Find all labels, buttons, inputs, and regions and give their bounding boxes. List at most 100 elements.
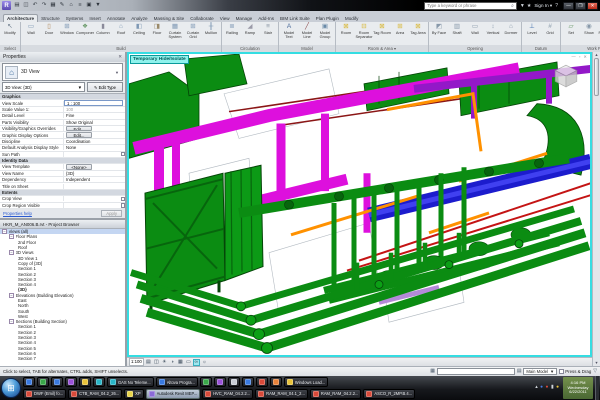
view-control-icon[interactable]: ▦ [177, 359, 184, 366]
taskbar-button[interactable] [200, 377, 212, 387]
view-control-icon[interactable]: ▭ [185, 359, 192, 366]
tray-icon[interactable]: ▴ [535, 386, 537, 391]
ribbon-tab[interactable]: View [217, 15, 233, 22]
filter-icon[interactable]: ▽ [593, 369, 597, 374]
tray-icon[interactable]: ● [540, 386, 543, 391]
ribbon-button[interactable]: ◉ Show [580, 23, 598, 40]
ribbon-button[interactable]: ⊟ Room Separator [355, 23, 373, 40]
ribbon-button[interactable]: ⊠ Room [337, 23, 355, 40]
ribbon-button[interactable]: ❖ Component [76, 23, 94, 40]
view-cube[interactable] [553, 63, 579, 89]
property-checkbox[interactable] [121, 203, 126, 208]
taskbar-button[interactable] [37, 377, 49, 387]
scrollbar-thumb[interactable] [594, 58, 599, 96]
ribbon-button[interactable]: ▭ Wall [22, 23, 40, 40]
taskbar-clock[interactable]: 4:16 PM Wednesday 6/22/2011 [563, 377, 593, 399]
ribbon-button[interactable]: ⊞ Area [391, 23, 409, 40]
ribbon-button[interactable]: ▭ Wall [466, 23, 484, 40]
temporary-hide-isolate-badge[interactable]: Temporary Hide/Isolate [130, 55, 189, 64]
taskbar-window-button[interactable]: RAM_RAM_04.1_2... [255, 389, 308, 399]
taskbar-window-button[interactable]: Autodesk Revit MEP... [146, 389, 200, 399]
qat-icon[interactable]: ↶ [31, 1, 39, 10]
chevron-down-icon[interactable]: ▼ [115, 70, 120, 75]
taskbar-button[interactable] [256, 377, 268, 387]
ribbon-button[interactable]: ⊥ Level [523, 23, 541, 40]
apply-button[interactable]: Apply [101, 210, 122, 217]
favorites-icon[interactable]: ★ [527, 3, 531, 9]
minimize-button[interactable]: — [563, 2, 574, 10]
qat-icon[interactable]: ◫ [22, 1, 30, 10]
qat-icon[interactable]: ≡ [76, 1, 84, 10]
tray-icon[interactable]: ● [546, 386, 549, 391]
tray-icon[interactable]: ▮ [551, 386, 554, 391]
search-input[interactable] [425, 3, 509, 9]
property-value[interactable]: Show Original [64, 120, 125, 125]
taskbar-button[interactable]: GAS No Teleme... [107, 377, 154, 387]
press-drag-checkbox[interactable] [559, 369, 564, 374]
ribbon-button[interactable]: ▦ Curtain System [166, 23, 184, 40]
workset-combo[interactable] [437, 368, 515, 375]
qat-icon[interactable]: ▼ [94, 1, 102, 10]
taskbar-window-button[interactable]: XP [124, 389, 143, 399]
property-value[interactable]: Fine [64, 113, 125, 118]
qat-icon[interactable]: ↷ [40, 1, 48, 10]
tree-expand-toggle[interactable]: − [9, 319, 14, 324]
view-control-icon[interactable]: ∞ [193, 359, 200, 366]
sign-in-button[interactable]: Sign In ▾ [534, 3, 552, 9]
chevron-down-icon[interactable]: ▼ [550, 369, 554, 374]
ribbon-button[interactable]: ▮ Column [94, 23, 112, 40]
taskbar-button[interactable]: Altova Progra... [156, 377, 198, 387]
taskbar-button[interactable] [93, 377, 105, 387]
ribbon-button[interactable]: ▯ Door [40, 23, 58, 40]
ribbon-button[interactable]: ▱ Set [562, 23, 580, 40]
ribbon-tab[interactable]: Massing & Site [151, 15, 188, 22]
ribbon-tab[interactable]: Structure [38, 15, 63, 22]
qat-icon[interactable]: ⌂ [67, 1, 75, 10]
help-icon[interactable]: ? [555, 3, 558, 9]
ribbon-tab[interactable]: BIM Link Suite [277, 15, 313, 22]
properties-help-link[interactable]: Properties help [3, 211, 32, 216]
model-canvas[interactable] [129, 54, 590, 355]
view-control-icon[interactable]: ◑ [169, 359, 176, 366]
show-desktop-button[interactable] [595, 376, 599, 400]
taskbar-window-button[interactable]: HVC_RAM_04.2.2... [202, 389, 253, 399]
tree-expand-toggle[interactable]: − [9, 234, 14, 239]
property-value[interactable]: Coordination [64, 139, 125, 144]
view-control-icon[interactable]: ▤ [145, 359, 152, 366]
ribbon-button[interactable]: ⊠ Tag Room [373, 23, 391, 40]
scroll-up-arrow[interactable]: ▲ [595, 53, 599, 57]
ribbon-button[interactable]: ╫ Mullion [202, 23, 220, 40]
instance-selector[interactable]: 3D View: {3D} ▼ [2, 82, 85, 92]
ribbon-tab[interactable]: Collaborate [187, 15, 217, 22]
worksets-icon[interactable]: ▦ [430, 369, 435, 374]
ribbon-button[interactable]: ⊞ Window [58, 23, 76, 40]
taskbar-button[interactable] [79, 377, 91, 387]
ribbon-button[interactable]: ⊠ Tag Area [409, 23, 427, 40]
ribbon-button[interactable]: ◩ By Face [430, 23, 448, 40]
qat-icon[interactable]: ▤ [13, 1, 21, 10]
view-scale-button[interactable]: 1:100 [129, 358, 144, 366]
ribbon-tab[interactable]: Insert [86, 15, 104, 22]
taskbar-button[interactable] [270, 377, 282, 387]
search-icon[interactable]: ⌕ [509, 3, 516, 9]
ribbon-button[interactable]: ⊞ Curtain Grid [184, 23, 202, 40]
taskbar-button[interactable] [23, 377, 35, 387]
ribbon-button[interactable]: ↖ Modify [1, 23, 19, 40]
ribbon-button[interactable]: A Model Text [280, 23, 298, 40]
taskbar-button[interactable] [51, 377, 63, 387]
taskbar-window-button[interactable]: CTB_RAM_04.2_26... [68, 389, 122, 399]
view-window-controls[interactable]: — ▫ ✕ [571, 54, 588, 59]
ribbon-tab[interactable]: Add-Ins [255, 15, 277, 22]
chevron-down-icon[interactable]: ▼ [78, 85, 82, 90]
taskbar-window-button[interactable]: DWF (Emil) fo... [23, 389, 66, 399]
ribbon-button[interactable]: ⌂ Roof [112, 23, 130, 40]
type-selector[interactable]: ⌂ 3D View ▼ [2, 63, 123, 81]
property-value[interactable]: Edit... [66, 132, 92, 137]
view-control-icon[interactable]: ☼ [201, 359, 208, 366]
ribbon-tab[interactable]: Annotate [104, 15, 128, 22]
restore-button[interactable]: ❐ [575, 2, 586, 10]
ribbon-tab[interactable]: Modify [342, 15, 362, 22]
design-option-combo[interactable]: Main Model ▼ [523, 368, 557, 375]
ribbon-button[interactable]: ⌂ Dormer [502, 23, 520, 40]
ribbon-button[interactable]: ◧ Ceiling [130, 23, 148, 40]
